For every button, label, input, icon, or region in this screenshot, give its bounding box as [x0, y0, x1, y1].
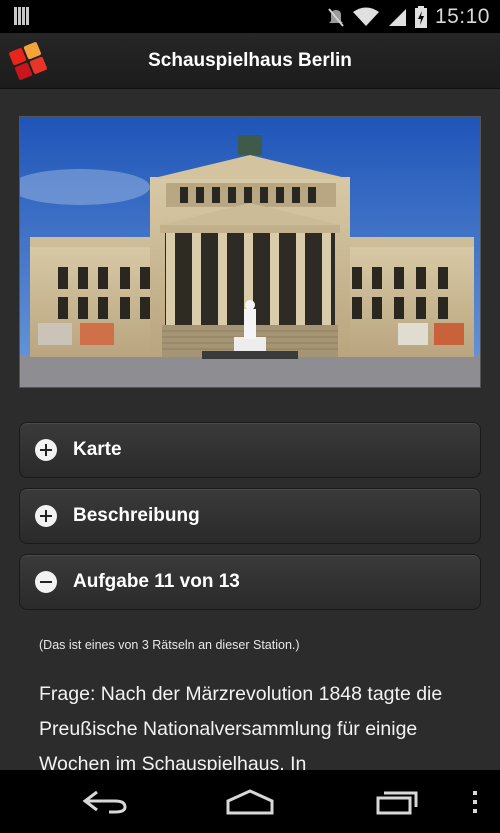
page-title: Schauspielhaus Berlin — [148, 50, 352, 71]
status-bar: 15:10 — [0, 0, 500, 33]
overflow-menu-icon[interactable] — [460, 770, 490, 833]
mute-icon — [328, 7, 344, 27]
battery-charging-icon — [414, 5, 427, 28]
signal-icon — [388, 8, 406, 26]
status-icons: 15:10 — [327, 0, 490, 33]
building-photo — [19, 116, 481, 388]
wifi-icon — [352, 7, 379, 26]
plus-icon — [35, 439, 57, 461]
clock: 15:10 — [434, 4, 490, 28]
riddle-note: (Das ist eines von 3 Rätseln an dieser S… — [39, 638, 300, 652]
accordion-label: Beschreibung — [73, 505, 200, 526]
plus-icon — [35, 505, 57, 527]
back-icon[interactable] — [70, 770, 140, 833]
accordion-karte[interactable]: Karte — [19, 422, 481, 478]
accordion-label: Aufgabe 11 von 13 — [73, 571, 240, 592]
question-text: Frage: Nach der Märzrevolution 1848 tagt… — [39, 683, 443, 770]
accordion-aufgabe[interactable]: Aufgabe 11 von 13 — [19, 554, 481, 610]
home-icon[interactable] — [215, 770, 285, 833]
recent-apps-icon[interactable] — [362, 770, 432, 833]
action-bar: Schauspielhaus Berlin — [0, 33, 500, 89]
accordion-beschreibung[interactable]: Beschreibung — [19, 488, 481, 544]
notification-bars-icon — [14, 7, 32, 25]
navigation-bar — [0, 770, 500, 833]
content-area[interactable]: Karte Beschreibung Aufgabe 11 von 13 (Da… — [0, 89, 500, 770]
accordion-label: Karte — [73, 439, 122, 460]
minus-icon — [35, 571, 57, 593]
